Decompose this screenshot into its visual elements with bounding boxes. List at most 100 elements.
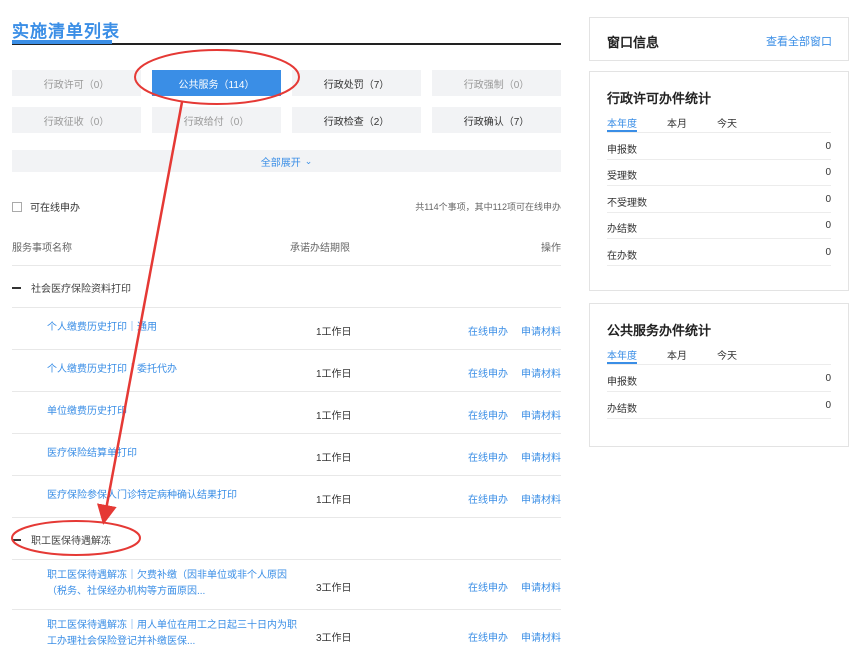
item-name-line: （税务、社保经办机构等方面原因... <box>47 586 206 597</box>
view-all-windows-link[interactable]: 查看全部窗口 <box>766 33 832 49</box>
window-info-panel: 窗口信息 查看全部窗口 <box>589 17 849 61</box>
category-xingzheng-chufa[interactable]: 行政处罚（7） <box>292 70 421 96</box>
materials-link[interactable]: 申请材料 <box>521 449 561 464</box>
divider <box>12 517 561 518</box>
minus-icon <box>12 538 21 541</box>
item-deadline: 1工作日 <box>316 495 352 506</box>
stat-label: 申报数 <box>607 145 637 156</box>
divider <box>12 433 561 434</box>
expand-all-label: 全部展开 <box>260 157 301 169</box>
item-name-link[interactable]: 单位缴费历史打印 <box>47 404 297 420</box>
stat-label: 受理数 <box>607 171 637 182</box>
service-stats-title: 公共服务办件统计 <box>607 323 712 338</box>
category-xingzheng-geifu[interactable]: 行政给付（0） <box>152 107 281 133</box>
tab-this-year[interactable]: 本年度 <box>607 115 637 130</box>
materials-link[interactable]: 申请材料 <box>521 629 561 644</box>
item-name-link[interactable]: 职工医保待遇解冻｜用人单位在用工之日起三十日内为职 工办理社会保险登记并补缴医保… <box>47 618 297 650</box>
chevron-down-icon: ⌄ <box>304 155 313 166</box>
category-xingzheng-zhengshou[interactable]: 行政征收（0） <box>12 107 141 133</box>
page-title: 实施清单列表 <box>12 22 120 41</box>
divider <box>12 475 561 476</box>
tab-this-month[interactable]: 本月 <box>667 115 687 130</box>
stat-value: 0 <box>825 141 831 152</box>
license-stats-panel: 行政许可办件统计 本年度 本月 今天 申报数 0 受理数 0 不受理数 0 办结… <box>589 71 849 291</box>
item-name-line: 职工医保待遇解冻｜用人单位在用工之日起三十日内为职 <box>47 620 297 631</box>
divider <box>12 609 561 610</box>
item-name-link[interactable]: 医疗保险结算单打印 <box>47 446 297 462</box>
stat-value: 0 <box>825 167 831 178</box>
title-accent-bar <box>12 40 112 44</box>
tab-this-year[interactable]: 本年度 <box>607 347 637 362</box>
apply-online-link[interactable]: 在线申办 <box>468 491 508 506</box>
tab-this-month[interactable]: 本月 <box>667 347 687 362</box>
tab-today[interactable]: 今天 <box>717 347 737 362</box>
item-deadline: 3工作日 <box>316 633 352 644</box>
minus-icon <box>12 286 21 289</box>
item-deadline: 1工作日 <box>316 369 352 380</box>
item-name-link[interactable]: 个人缴费历史打印｜通用 <box>47 320 297 336</box>
header-service-name: 服务事项名称 <box>12 243 72 254</box>
item-deadline: 1工作日 <box>316 327 352 338</box>
window-info-title: 窗口信息 <box>607 35 660 50</box>
apply-online-link[interactable]: 在线申办 <box>468 365 508 380</box>
materials-link[interactable]: 申请材料 <box>521 407 561 422</box>
materials-link[interactable]: 申请材料 <box>521 323 561 338</box>
category-xingzheng-qiangzhi[interactable]: 行政强制（0） <box>432 70 561 96</box>
apply-online-link[interactable]: 在线申办 <box>468 449 508 464</box>
category-xingzheng-xuke[interactable]: 行政许可（0） <box>12 70 141 96</box>
materials-link[interactable]: 申请材料 <box>521 579 561 594</box>
materials-link[interactable]: 申请材料 <box>521 365 561 380</box>
checkbox-icon <box>12 201 22 212</box>
apply-online-link[interactable]: 在线申办 <box>468 579 508 594</box>
item-deadline: 1工作日 <box>316 411 352 422</box>
divider <box>607 132 831 133</box>
stat-label: 办结数 <box>607 404 637 415</box>
online-filter-label: 可在线申办 <box>30 203 80 214</box>
item-deadline: 1工作日 <box>316 453 352 464</box>
item-name-link[interactable]: 医疗保险参保人门诊特定病种确认结果打印 <box>47 488 297 504</box>
group-title: 社会医疗保险资料打印 <box>31 284 131 295</box>
divider <box>12 265 561 266</box>
item-deadline: 3工作日 <box>316 583 352 594</box>
stat-label: 办结数 <box>607 224 637 235</box>
category-xingzheng-queren[interactable]: 行政确认（7） <box>432 107 561 133</box>
item-name-link[interactable]: 职工医保待遇解冻｜欠费补缴（因非单位或非个人原因 （税务、社保经办机构等方面原因… <box>47 568 297 600</box>
divider <box>607 265 831 266</box>
divider <box>607 159 831 160</box>
stat-value: 0 <box>825 373 831 384</box>
tab-today[interactable]: 今天 <box>717 115 737 130</box>
stat-value: 0 <box>825 220 831 231</box>
divider <box>607 212 831 213</box>
group-header-daiyu-jiedong[interactable]: 职工医保待遇解冻 <box>12 532 111 547</box>
category-xingzheng-jiancha[interactable]: 行政检查（2） <box>292 107 421 133</box>
main-list: 实施清单列表 行政许可（0） 公共服务（114） 行政处罚（7） 行政强制（0）… <box>12 0 561 653</box>
stat-label: 在办数 <box>607 251 637 262</box>
group-title: 职工医保待遇解冻 <box>31 536 111 547</box>
item-name-link[interactable]: 个人缴费历史打印｜委托代办 <box>47 362 297 378</box>
materials-link[interactable]: 申请材料 <box>521 491 561 506</box>
category-gonggong-fuwu[interactable]: 公共服务（114） <box>152 70 281 96</box>
item-name-line: 职工医保待遇解冻｜欠费补缴（因非单位或非个人原因 <box>47 570 287 581</box>
apply-online-link[interactable]: 在线申办 <box>468 323 508 338</box>
stat-label: 不受理数 <box>607 198 647 209</box>
divider <box>607 238 831 239</box>
license-stats-title: 行政许可办件统计 <box>607 91 712 106</box>
stat-value: 0 <box>825 400 831 411</box>
divider <box>607 418 831 419</box>
divider <box>12 349 561 350</box>
stat-value: 0 <box>825 247 831 258</box>
expand-all-button[interactable]: 全部展开 ⌄ <box>12 150 561 172</box>
divider <box>607 185 831 186</box>
divider <box>607 391 831 392</box>
divider <box>12 391 561 392</box>
divider <box>607 364 831 365</box>
stat-value: 0 <box>825 194 831 205</box>
header-deadline: 承诺办结期限 <box>290 243 350 254</box>
apply-online-link[interactable]: 在线申办 <box>468 629 508 644</box>
apply-online-link[interactable]: 在线申办 <box>468 407 508 422</box>
item-name-line: 工办理社会保险登记并补缴医保... <box>47 636 196 647</box>
header-operation: 操作 <box>541 243 561 254</box>
group-header-yibao-print[interactable]: 社会医疗保险资料打印 <box>12 280 131 295</box>
result-summary: 共114个事项，其中112项可在线申办 <box>415 202 561 212</box>
online-filter-checkbox[interactable]: 可在线申办 <box>12 199 80 214</box>
